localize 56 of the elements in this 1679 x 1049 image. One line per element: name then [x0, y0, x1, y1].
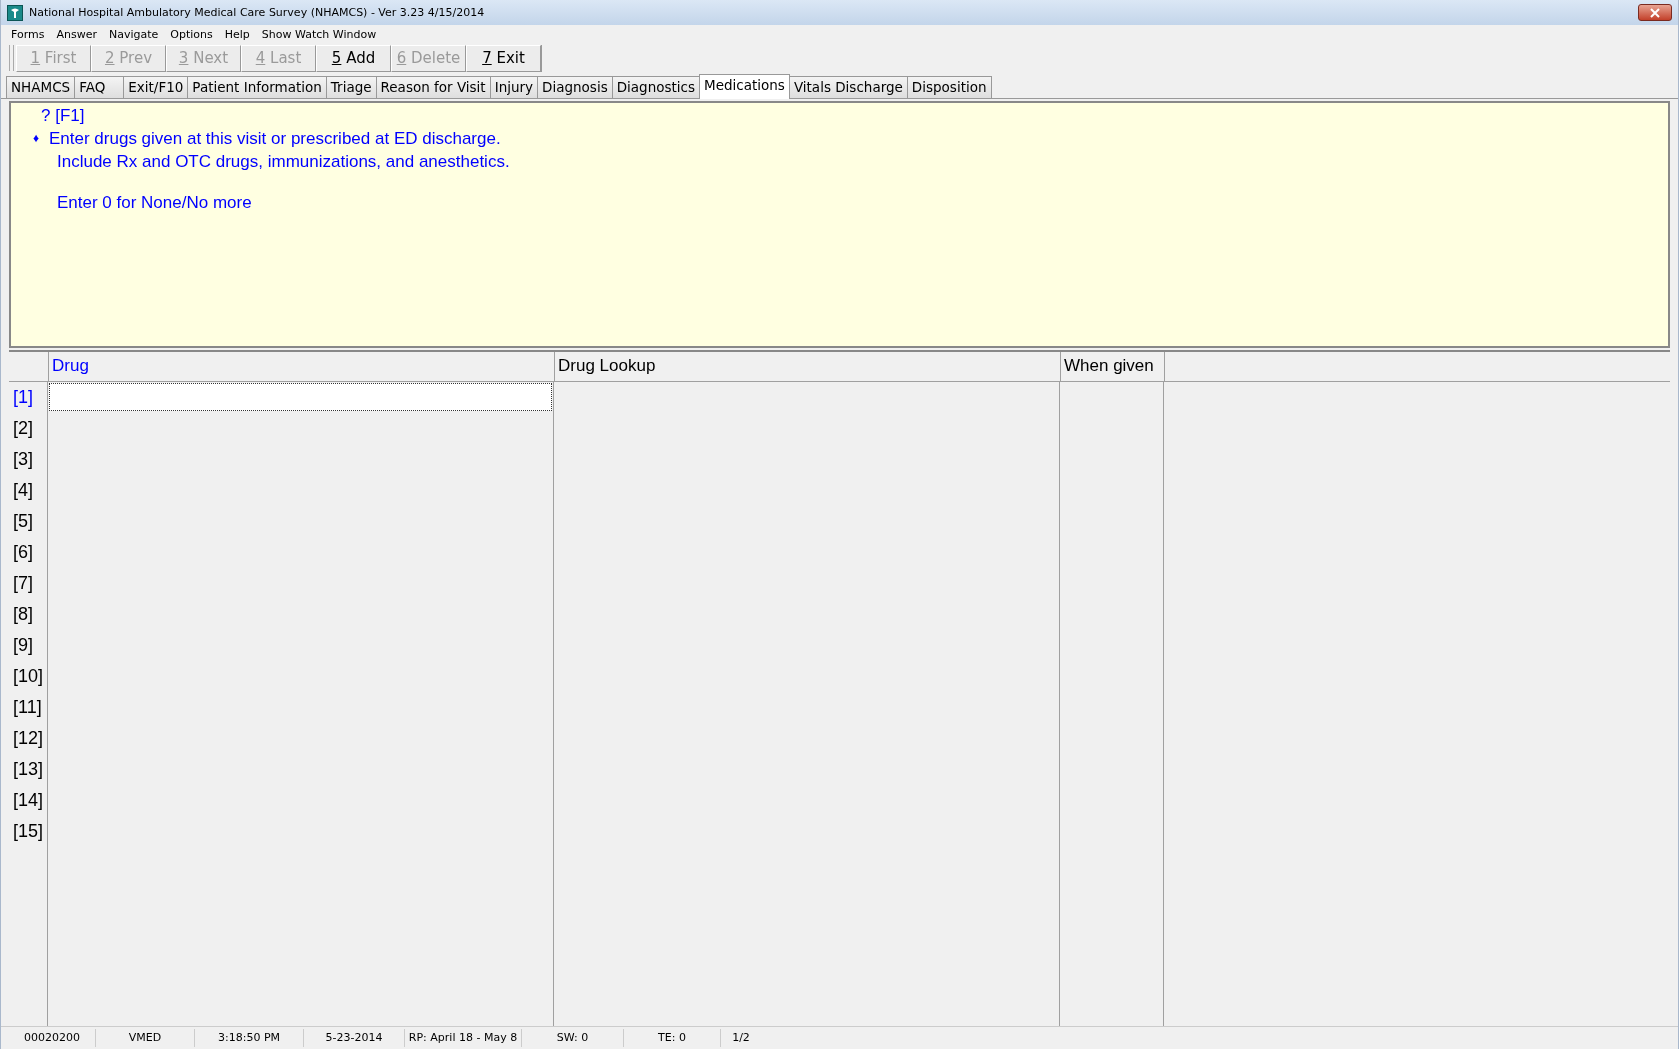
row-number[interactable]: [12]: [9, 723, 47, 754]
status-field: RP: April 18 - May 8: [405, 1029, 522, 1047]
tab[interactable]: Diagnostics: [611, 76, 700, 98]
tab[interactable]: Injury: [489, 76, 539, 98]
app-icon: [7, 4, 23, 21]
tab[interactable]: Disposition: [906, 76, 992, 98]
bullet-icon: ♦: [33, 127, 49, 150]
tab[interactable]: Reason for Visit: [375, 76, 491, 98]
tab[interactable]: Triage: [325, 76, 377, 98]
row-number[interactable]: [14]: [9, 785, 47, 816]
status-field: 00020200: [9, 1029, 96, 1047]
row-number[interactable]: [2]: [9, 413, 47, 444]
tab[interactable]: NHAMCS: [6, 76, 76, 98]
column-header: Drug Lookup: [555, 352, 1061, 381]
input-field[interactable]: [49, 383, 552, 411]
menu-item[interactable]: Answer: [50, 27, 103, 41]
status-field: VMED: [96, 1029, 195, 1047]
row-number[interactable]: [5]: [9, 506, 47, 537]
status-field: SW: 0: [522, 1029, 624, 1047]
close-icon: [1650, 7, 1660, 18]
column-header: When given: [1061, 352, 1165, 381]
tab[interactable]: Medications: [699, 74, 790, 99]
tab[interactable]: Vitals Discharge: [788, 76, 908, 98]
question-note: Enter 0 for None/No more: [57, 192, 253, 214]
question-text: Include Rx and OTC drugs, immunizations, and anesthetics.: [57, 151, 511, 173]
row-number[interactable]: [7]: [9, 568, 47, 599]
row-number[interactable]: [8]: [9, 599, 47, 630]
status-field: 5-23-2014: [304, 1029, 405, 1047]
row-number[interactable]: [3]: [9, 444, 47, 475]
tab[interactable]: FAQ: [74, 76, 125, 98]
help-text: ? [F1]: [41, 105, 86, 127]
menu-item[interactable]: Navigate: [102, 27, 165, 41]
status-field: 3:18:50 PM: [195, 1029, 304, 1047]
tab[interactable]: Patient Information: [187, 76, 327, 98]
row-number[interactable]: [9]: [9, 630, 47, 661]
menu-item[interactable]: Help: [218, 27, 256, 41]
menu-item[interactable]: Options: [164, 27, 219, 41]
toolbar-button[interactable]: 7 Exit: [466, 44, 541, 72]
tab[interactable]: Exit/F10: [123, 76, 189, 98]
row-number[interactable]: [1]: [9, 382, 47, 413]
close-button[interactable]: [1638, 4, 1672, 21]
tab[interactable]: Diagnosis: [537, 76, 613, 98]
status-field: 1/2: [721, 1029, 761, 1047]
row-number[interactable]: [15]: [9, 816, 47, 847]
status-field: TE: 0: [624, 1029, 721, 1047]
toolbar-button[interactable]: 5 Add: [316, 44, 391, 72]
question-text: Enter drugs given at this visit or prescribed at ED discharge.: [49, 128, 501, 150]
column-header: Drug: [49, 352, 555, 381]
row-number[interactable]: [13]: [9, 754, 47, 785]
row-number[interactable]: [6]: [9, 537, 47, 568]
row-number[interactable]: [11]: [9, 692, 47, 723]
menu-item[interactable]: Show Watch Window: [255, 27, 383, 41]
row-number[interactable]: [4]: [9, 475, 47, 506]
row-number[interactable]: [10]: [9, 661, 47, 692]
window-title: National Hospital Ambulatory Medical Care Survey (NHAMCS) - Ver 3.23 4/15/2014: [29, 6, 485, 19]
menu-item[interactable]: Forms: [5, 27, 51, 41]
